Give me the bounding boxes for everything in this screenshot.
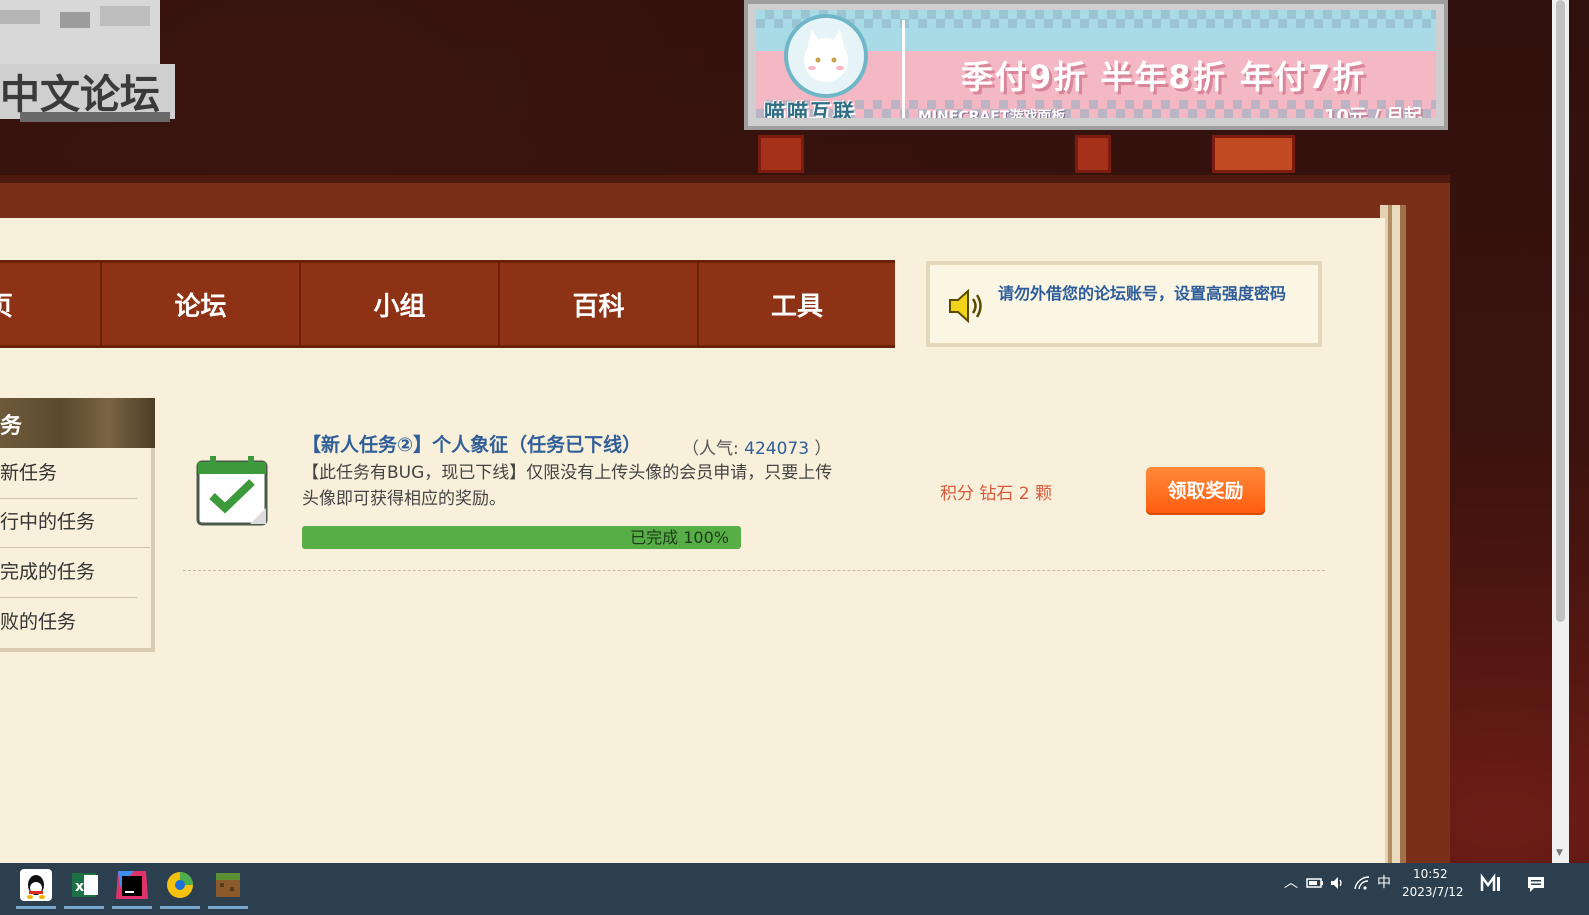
sidebar-item-new-tasks[interactable]: 新任务 (0, 449, 137, 499)
cat-mascot-icon (784, 14, 868, 98)
wifi-icon[interactable] (1353, 875, 1371, 891)
ime-indicator[interactable]: 中 (1377, 863, 1391, 903)
banner-brand: 喵喵互联 (764, 100, 856, 118)
banner-promo: 季付9折 半年8折 年付7折 (961, 58, 1367, 96)
ad-banner[interactable]: 喵喵互联 季付9折 半年8折 年付7折 MINECRAFT游戏面板 10元 / … (744, 0, 1448, 130)
popularity-prefix: （人气: (682, 439, 739, 459)
nav-item-group[interactable]: 小组 (299, 263, 498, 345)
clock-time[interactable]: 10:52 (1413, 867, 1448, 881)
scroll-down-arrow-icon[interactable]: ▼ (1556, 848, 1563, 858)
claim-reward-button[interactable]: 领取奖励 (1146, 467, 1265, 515)
sidebar-title: 务 (0, 414, 23, 439)
task-popularity: （人气: 424073 ） (682, 434, 831, 459)
sidebar-item-completed[interactable]: 完成的任务 (0, 548, 137, 598)
svg-text:x: x (75, 879, 84, 895)
nav-item-label: 工具 (770, 292, 823, 322)
nav-item-tools[interactable]: 工具 (697, 263, 895, 345)
chrome-like-icon (167, 872, 193, 898)
scrollbar-thumb[interactable] (1556, 0, 1565, 622)
taskbar-app-qq[interactable] (14, 867, 58, 909)
lava-block (1212, 135, 1295, 173)
intellij-icon (116, 871, 148, 899)
notice-text[interactable]: 请勿外借您的论坛账号，设置高强度密码 (998, 283, 1308, 304)
sidebar-header: 务 (0, 398, 155, 448)
notice-box: 请勿外借您的论坛账号，设置高强度密码 (926, 261, 1322, 347)
taskbar-app-browser[interactable] (158, 867, 202, 909)
qq-icon (20, 869, 52, 901)
volume-icon[interactable] (1329, 875, 1347, 891)
input-method-logo-icon[interactable] (1480, 873, 1504, 893)
lava-block (758, 135, 804, 173)
taskbar-app-excel[interactable]: x (62, 867, 106, 909)
windows-taskbar: x ︿ 中 10:52 2023/7/12 (0, 863, 1589, 915)
task-description: 【此任务有BUG，现已下线】仅限没有上传头像的会员申请，只要上传头像即可获得相应… (302, 463, 833, 509)
banner-price: 10元 / 月起 (1323, 106, 1422, 118)
taskbar-app-intellij[interactable] (110, 867, 154, 909)
task-separator (183, 570, 1325, 571)
banner-subtitle: MINECRAFT游戏面板 (918, 109, 1066, 118)
minecraft-icon (216, 873, 240, 897)
nav-item-forum[interactable]: 论坛 (100, 263, 299, 345)
nav-item-label: 小组 (373, 292, 426, 322)
site-logo[interactable]: 中文论坛 (0, 0, 190, 135)
book-page-edge (1380, 205, 1440, 875)
task-progress-label: 已完成 100% (630, 528, 729, 547)
tray-expand-icon[interactable]: ︿ (1284, 863, 1298, 903)
clock-date[interactable]: 2023/7/12 (1402, 885, 1464, 899)
notification-center-icon[interactable] (1526, 875, 1546, 893)
calendar-check-icon (196, 456, 268, 526)
task-progress-bar: 已完成 100% (302, 526, 741, 549)
nav-item-wiki[interactable]: 百科 (498, 263, 697, 345)
nav-item-label: 百科 (572, 292, 625, 322)
task-sidebar: 务 新任务 行中的任务 完成的任务 败的任务 (0, 398, 155, 652)
excel-icon: x (72, 873, 98, 897)
lava-block (1075, 135, 1111, 173)
nav-item-label: 论坛 (174, 292, 227, 322)
sidebar-item-failed[interactable]: 败的任务 (0, 598, 137, 647)
taskbar-app-minecraft[interactable] (206, 867, 250, 909)
nav-item-home[interactable]: 页 (0, 263, 100, 345)
popularity-suffix: ） (814, 439, 832, 459)
main-nav: 页 论坛 小组 百科 工具 (0, 260, 895, 348)
page-scrollbar[interactable]: ▼ (1552, 0, 1569, 863)
sidebar-item-in-progress[interactable]: 行中的任务 (0, 498, 150, 548)
popularity-count: 424073 (744, 439, 810, 459)
battery-icon[interactable] (1306, 875, 1324, 891)
task-title-link[interactable]: 【新人任务②】个人象征（任务已下线） (302, 430, 641, 457)
speaker-icon (949, 288, 982, 324)
task-reward: 积分 钻石 2 颗 (940, 484, 1053, 504)
nav-item-label: 页 (0, 292, 13, 322)
banner-divider (902, 20, 905, 118)
logo-text: 中文论坛 (0, 72, 160, 118)
